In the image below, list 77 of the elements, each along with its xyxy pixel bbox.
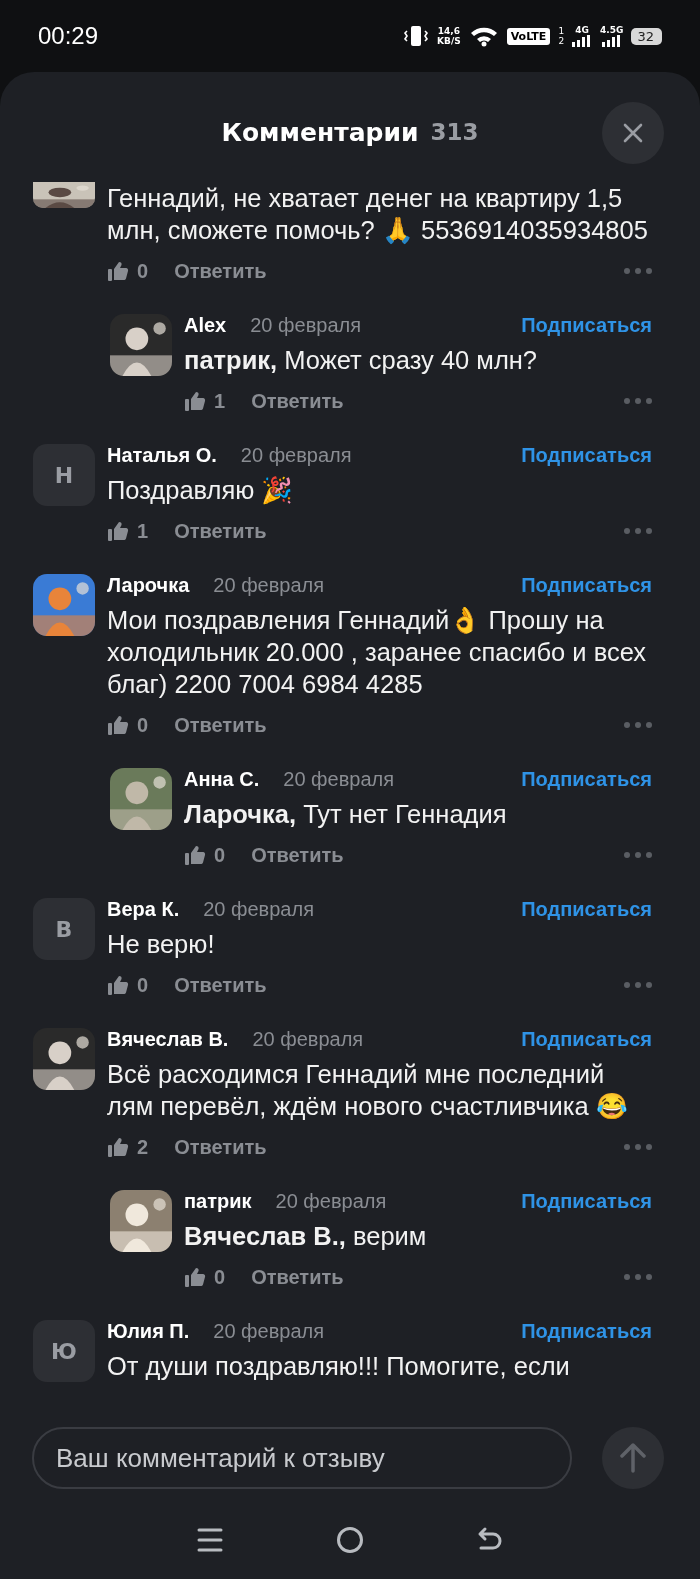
- comment-text: Поздравляю 🎉: [107, 475, 295, 506]
- clock-time: 00:29: [38, 22, 99, 50]
- network-type: 4G: [575, 25, 589, 35]
- avatar[interactable]: В: [33, 898, 95, 960]
- subscribe-link[interactable]: Подписаться: [521, 1320, 652, 1343]
- comment-text: Мои поздравления Геннадий👌 Прошу на холодильник 20.000 , заранее спасибо и всех благ) 2200 7004 6984 4285: [107, 605, 648, 700]
- reply-button[interactable]: Ответить: [251, 1265, 344, 1289]
- like-button[interactable]: 0: [107, 259, 149, 283]
- network-speed: 14,6 KB/S: [437, 26, 461, 46]
- author-name[interactable]: Анна С.: [184, 768, 260, 791]
- more-icon[interactable]: [624, 398, 652, 404]
- comment-date: 20 февраля: [213, 1320, 325, 1343]
- comment-date: 20 февраля: [213, 574, 325, 597]
- subscribe-link[interactable]: Подписаться: [521, 768, 652, 791]
- reply-button[interactable]: Ответить: [174, 973, 267, 997]
- author-name[interactable]: Ларочка: [107, 574, 190, 597]
- subscribe-link[interactable]: Подписаться: [521, 898, 652, 921]
- comment-text: патрик, Может сразу 40 млн?: [184, 345, 539, 376]
- more-icon[interactable]: [624, 982, 652, 988]
- reply-button[interactable]: Ответить: [174, 259, 267, 283]
- more-icon[interactable]: [624, 722, 652, 728]
- sim-indicator: 1 2: [558, 26, 565, 46]
- like-button[interactable]: 0: [184, 1265, 226, 1289]
- reply-button[interactable]: Ответить: [174, 713, 267, 737]
- like-button[interactable]: 1: [184, 389, 226, 413]
- comment-date: 20 февраля: [240, 444, 352, 467]
- comment-date: 20 февраля: [283, 768, 395, 791]
- comment-count: 313: [430, 119, 479, 145]
- close-icon: [623, 123, 643, 143]
- comment-date: 20 февраля: [250, 314, 361, 337]
- reply-button[interactable]: Ответить: [251, 389, 344, 413]
- author-name[interactable]: патрик: [184, 1190, 252, 1213]
- subscribe-link[interactable]: Подписаться: [521, 574, 652, 597]
- signal-icon: [572, 35, 593, 47]
- sheet-title: Комментарии: [221, 117, 419, 147]
- like-button[interactable]: 2: [107, 1135, 149, 1159]
- like-button[interactable]: 0: [107, 973, 149, 997]
- more-icon[interactable]: [624, 268, 652, 274]
- volte-badge: VoLTE: [506, 27, 551, 45]
- arrow-up-icon: [619, 1443, 647, 1473]
- comment-text: Геннадий, не хватает денег на квартиру 1,5 млн, сможете помочь? 🙏 5536914035934805: [107, 183, 649, 246]
- subscribe-link[interactable]: Подписаться: [521, 444, 652, 467]
- comment-text: От души поздравляю!!! Помогите, если: [107, 1351, 571, 1382]
- comment-input[interactable]: Ваш комментарий к отзыву: [32, 1427, 572, 1489]
- more-icon[interactable]: [624, 1144, 652, 1150]
- comment-text: Всё расходимся Геннадий мне последний лям перевёл, ждём нового счастливчика 😂: [107, 1059, 629, 1122]
- comment-date: 20 февраля: [203, 898, 314, 921]
- comment-text: Ларочка, Тут нет Геннадия: [184, 799, 508, 830]
- author-name[interactable]: Юлия П.: [107, 1320, 190, 1343]
- more-icon[interactable]: [624, 852, 652, 858]
- more-icon[interactable]: [624, 528, 652, 534]
- menu-icon[interactable]: [196, 1526, 224, 1554]
- home-icon[interactable]: [336, 1526, 364, 1554]
- like-button[interactable]: 1: [107, 519, 149, 543]
- like-button[interactable]: 0: [184, 843, 226, 867]
- comment-text: Вячеслав В., верим: [184, 1221, 428, 1252]
- comment-date: 20 февраля: [252, 1028, 364, 1051]
- author-name[interactable]: Наталья О.: [107, 444, 217, 467]
- subscribe-link[interactable]: Подписаться: [521, 314, 652, 337]
- subscribe-link[interactable]: Подписаться: [521, 1028, 652, 1051]
- avatar[interactable]: Ю: [33, 1320, 95, 1382]
- reply-button[interactable]: Ответить: [174, 1135, 267, 1159]
- author-name[interactable]: Вера К.: [107, 898, 180, 921]
- like-button[interactable]: 0: [107, 713, 149, 737]
- author-name[interactable]: Alex: [184, 314, 227, 337]
- reply-button[interactable]: Ответить: [174, 519, 267, 543]
- comment-date: 20 февраля: [275, 1190, 387, 1213]
- author-name[interactable]: Вячеслав В.: [107, 1028, 229, 1051]
- comment-text: Не верю!: [107, 929, 216, 960]
- network-type: 4.5G: [600, 25, 624, 35]
- battery-indicator: 32: [631, 27, 662, 45]
- signal-icon: [601, 35, 622, 47]
- more-icon[interactable]: [624, 1274, 652, 1280]
- avatar[interactable]: Н: [33, 444, 95, 506]
- vibrate-icon: [403, 25, 430, 47]
- subscribe-link[interactable]: Подписаться: [521, 1190, 652, 1213]
- reply-button[interactable]: Ответить: [251, 843, 344, 867]
